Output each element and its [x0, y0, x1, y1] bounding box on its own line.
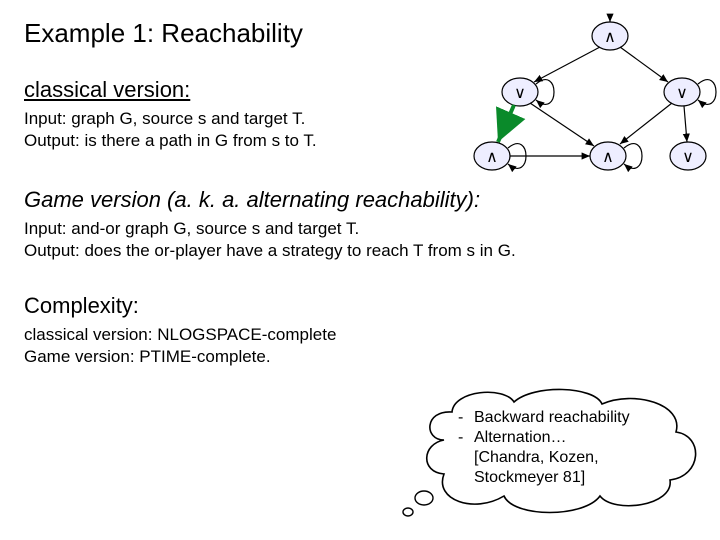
selfloop-or-right — [698, 80, 716, 105]
cloud-callout: -Backward reachability -Alternation… [Ch… — [404, 380, 704, 520]
edge — [534, 47, 600, 82]
complexity-heading: Complexity: — [24, 293, 696, 319]
selfloop — [624, 144, 642, 169]
edge — [684, 106, 687, 142]
graph-svg: ∧ ∨ ∨ ∧ ∧ ∨ — [450, 14, 710, 184]
edge — [530, 103, 594, 146]
cloud-line-2: Alternation… — [474, 428, 567, 448]
selfloop-or-left — [536, 80, 554, 105]
complexity-block: Complexity: classical version: NLOGSPACE… — [24, 293, 696, 367]
complexity-game: Game version: PTIME-complete. — [24, 347, 696, 367]
complexity-classical: classical version: NLOGSPACE-complete — [24, 325, 696, 345]
cloud-line-4: Stockmeyer 81] — [474, 468, 585, 488]
node-label-and: ∧ — [604, 29, 616, 46]
slide: Example 1: Reachability ∧ ∨ ∨ — [0, 0, 720, 540]
node-label-and: ∧ — [486, 149, 498, 166]
node-label-or: ∨ — [682, 149, 694, 166]
cloud-text: -Backward reachability -Alternation… [Ch… — [458, 408, 630, 488]
edge — [620, 47, 668, 82]
node-label-or: ∨ — [676, 85, 688, 102]
game-heading: Game version (a. k. a. alternating reach… — [24, 187, 696, 213]
game-output: Output: does the or-player have a strate… — [24, 241, 696, 261]
game-input: Input: and-or graph G, source s and targ… — [24, 219, 696, 239]
graph-diagram: ∧ ∨ ∨ ∧ ∧ ∨ — [450, 14, 710, 184]
node-label-and: ∧ — [602, 149, 614, 166]
cloud-line-1: Backward reachability — [474, 408, 630, 428]
node-label-or: ∨ — [514, 85, 526, 102]
cloud-line-3: [Chandra, Kozen, — [474, 448, 599, 468]
edge — [620, 103, 672, 144]
edge-green — [498, 105, 514, 142]
